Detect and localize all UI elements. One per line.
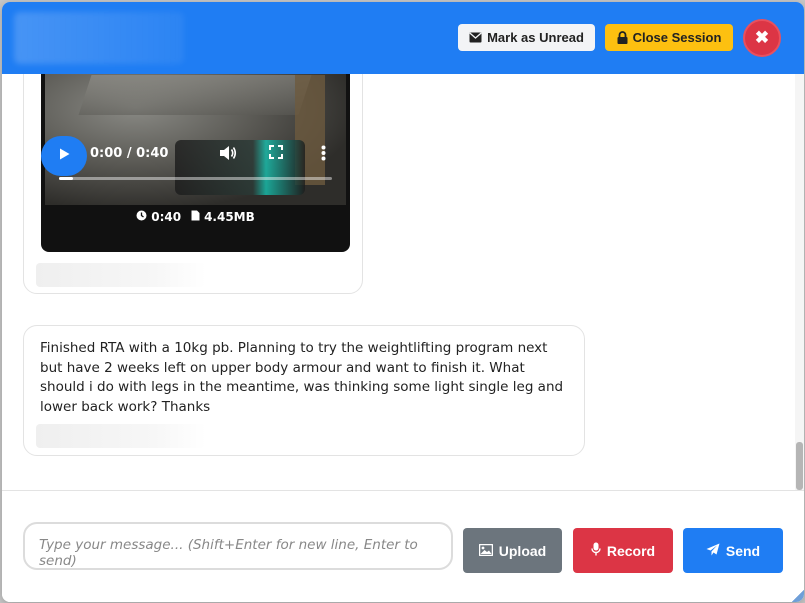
video-progress-bar[interactable] [59, 177, 332, 180]
text-message: Finished RTA with a 10kg pb. Planning to… [23, 325, 585, 456]
close-icon: ✖ [754, 28, 770, 47]
close-session-button[interactable]: Close Session [605, 24, 733, 51]
blurred-timestamp [36, 263, 206, 287]
message-input-wrapper[interactable] [23, 522, 453, 570]
video-duration: 0:40 [136, 210, 181, 224]
video-size: 4.45MB [191, 210, 255, 224]
paper-plane-icon [706, 543, 720, 559]
close-session-label: Close Session [632, 30, 722, 45]
send-label: Send [725, 542, 761, 559]
envelope-icon [469, 32, 482, 43]
mark-as-unread-label: Mark as Unread [487, 30, 584, 45]
message-list[interactable]: 0:00 / 0:40 0:40 4.45MB Finished RTA wit… [2, 74, 804, 490]
upload-label: Upload [498, 542, 547, 559]
more-vertical-icon[interactable] [321, 145, 326, 165]
video-player[interactable]: 0:00 / 0:40 0:40 4.45MB [41, 74, 350, 252]
microphone-icon [591, 542, 601, 559]
play-button[interactable] [41, 136, 87, 176]
send-button[interactable]: Send [683, 528, 783, 573]
video-duration-text: 0:40 [151, 210, 182, 224]
message-text: Finished RTA with a 10kg pb. Planning to… [40, 340, 564, 415]
record-label: Record [606, 542, 656, 559]
blurred-timestamp [36, 424, 206, 448]
video-meta: 0:40 4.45MB [41, 210, 350, 224]
upload-button[interactable]: Upload [463, 528, 562, 573]
fullscreen-icon[interactable] [269, 145, 283, 163]
close-modal-button[interactable]: ✖ [743, 19, 781, 57]
play-icon [59, 148, 70, 164]
blurred-user-name [14, 12, 184, 64]
lock-icon [617, 31, 628, 44]
video-frame-ceiling [78, 75, 312, 115]
message-input[interactable] [25, 524, 451, 568]
mark-as-unread-button[interactable]: Mark as Unread [458, 24, 595, 51]
video-frame-equipment [175, 140, 305, 195]
video-size-text: 4.45MB [204, 210, 255, 224]
file-icon [191, 210, 200, 224]
scrollbar-thumb[interactable] [796, 442, 803, 490]
volume-icon[interactable] [219, 145, 237, 165]
resize-handle[interactable] [792, 590, 804, 602]
video-time: 0:00 / 0:40 [90, 146, 169, 161]
video-progress-fill [59, 177, 73, 180]
video-frame [45, 74, 346, 205]
clock-icon [136, 210, 147, 224]
chat-modal: Mark as Unread Close Session ✖ 0:00 / 0:… [2, 2, 804, 602]
modal-header: Mark as Unread Close Session ✖ [2, 2, 804, 74]
message-list-scrollbar[interactable] [795, 74, 804, 490]
composer: Upload Record Send [2, 490, 804, 602]
video-message: 0:00 / 0:40 0:40 4.45MB [23, 74, 363, 294]
image-icon [478, 543, 494, 559]
record-button[interactable]: Record [573, 528, 673, 573]
